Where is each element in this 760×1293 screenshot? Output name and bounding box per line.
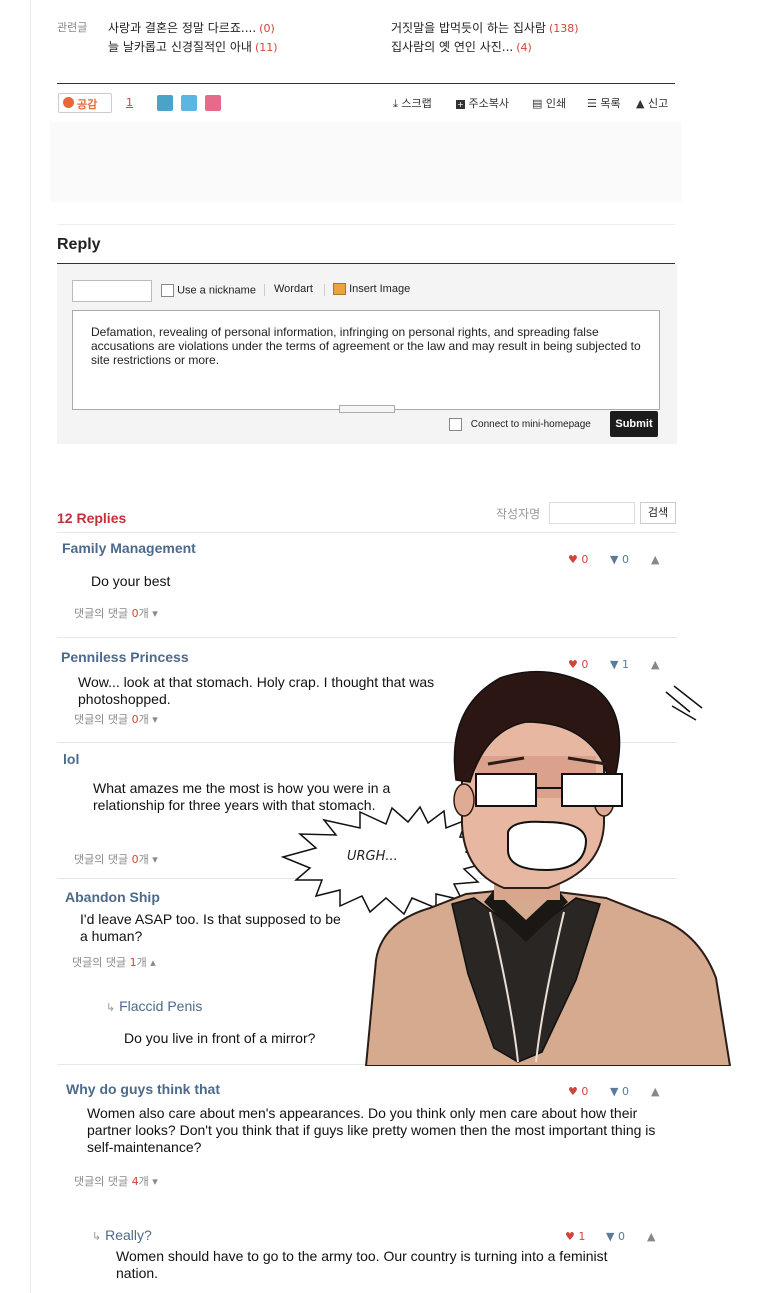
- sfx-text: URGH...: [347, 849, 398, 864]
- thumbs-down-icon: ▼: [610, 553, 619, 566]
- reply-author[interactable]: ↳ Flaccid Penis: [106, 998, 202, 1014]
- comment-author[interactable]: Abandon Ship: [65, 889, 160, 905]
- author-search-input[interactable]: [549, 502, 635, 524]
- divider: [57, 637, 677, 638]
- separator: [264, 284, 265, 296]
- sub-replies-toggle[interactable]: 댓글의 댓글 1개 ▴: [72, 954, 156, 970]
- chevron-down-icon: ▾: [152, 1175, 158, 1188]
- search-button[interactable]: 검색: [640, 502, 676, 524]
- empathy-label: 공감: [77, 98, 98, 111]
- download-icon: ⤓: [393, 97, 398, 110]
- nickname-option[interactable]: Use a nickname: [161, 284, 256, 297]
- thumbs-down-icon: ▼: [610, 1085, 619, 1098]
- report-icon: ▲: [636, 97, 645, 110]
- empathy-count[interactable]: 1: [126, 96, 133, 109]
- thumbs-up-icon: ♥: [565, 1230, 575, 1243]
- chevron-down-icon: ▾: [152, 853, 158, 866]
- related-link[interactable]: 거짓말을 밥먹듯이 하는 집사람 (138): [391, 19, 579, 36]
- comment-author[interactable]: lol: [63, 751, 79, 767]
- separator: [324, 284, 325, 296]
- dislike-button[interactable]: ▼ 0: [610, 553, 629, 566]
- printer-icon: ▤: [532, 97, 543, 110]
- insert-image-button[interactable]: Insert Image: [333, 283, 410, 296]
- empathy-button[interactable]: 공감: [58, 93, 112, 113]
- dislike-button[interactable]: ▼ 0: [606, 1230, 625, 1243]
- reply-arrow-icon: ↳: [92, 1231, 102, 1243]
- sub-replies-toggle[interactable]: 댓글의 댓글 0개 ▾: [74, 851, 158, 867]
- name-input[interactable]: [72, 280, 152, 302]
- report-icon[interactable]: ▲: [651, 553, 659, 566]
- textarea-notice: Defamation, revealing of personal inform…: [91, 325, 641, 367]
- like-button[interactable]: ♥ 0: [568, 553, 588, 566]
- reply-title: Reply: [57, 236, 101, 253]
- submit-button[interactable]: Submit: [610, 411, 658, 437]
- comment-text: Do your best: [91, 573, 171, 589]
- related-link[interactable]: 늘 날카롭고 신경질적인 아내 (11): [108, 38, 278, 55]
- like-button[interactable]: ♥ 0: [568, 1085, 588, 1098]
- author-search-label: 작성자명: [496, 507, 541, 521]
- sub-replies-toggle[interactable]: 댓글의 댓글 4개 ▾: [74, 1173, 158, 1189]
- cyworld-share-icon[interactable]: [205, 95, 221, 111]
- nickname-checkbox[interactable]: [161, 284, 174, 297]
- list-icon: ☰: [587, 97, 597, 110]
- ad-area: [50, 122, 682, 202]
- divider: [57, 532, 677, 533]
- image-icon: [333, 283, 346, 296]
- chevron-down-icon: ▾: [152, 713, 158, 726]
- thumbs-down-icon: ▼: [606, 1230, 615, 1243]
- left-border: [30, 0, 31, 1293]
- comment-text: Women also care about men's appearances.…: [87, 1105, 656, 1155]
- heart-icon: [63, 97, 74, 108]
- reply-author[interactable]: ↳ Really?: [92, 1227, 152, 1243]
- report-icon[interactable]: ▲: [651, 1085, 659, 1098]
- report-icon[interactable]: ▲: [647, 1230, 655, 1243]
- connect-option[interactable]: Connect to mini-homepage: [449, 418, 591, 431]
- comment-author[interactable]: Family Management: [62, 540, 196, 556]
- comment-author[interactable]: Penniless Princess: [61, 649, 189, 665]
- resize-handle[interactable]: [339, 405, 395, 413]
- related-link[interactable]: 집사람의 옛 연인 사진... (4): [391, 38, 532, 55]
- related-link[interactable]: 사랑과 결혼은 정말 다르죠.... (0): [108, 19, 275, 36]
- related-label: 관련글: [57, 21, 88, 34]
- chevron-down-icon: ▾: [152, 607, 158, 620]
- me2day-share-icon[interactable]: [157, 95, 173, 111]
- twitter-share-icon[interactable]: [181, 95, 197, 111]
- reply-arrow-icon: ↳: [106, 1002, 116, 1014]
- chevron-up-icon: ▴: [150, 956, 156, 969]
- scrap-button[interactable]: ⤓ 스크랩: [393, 95, 432, 111]
- reply-text: Women should have to go to the army too.…: [116, 1248, 608, 1281]
- sub-replies-toggle[interactable]: 댓글의 댓글 0개 ▾: [74, 605, 158, 621]
- comment-author[interactable]: Why do guys think that: [66, 1081, 220, 1097]
- report-button[interactable]: ▲ 신고: [636, 95, 668, 111]
- thumbs-up-icon: ♥: [568, 553, 578, 566]
- plus-icon: +: [456, 100, 465, 109]
- dislike-button[interactable]: ▼ 0: [610, 1085, 629, 1098]
- like-button[interactable]: ♥ 1: [565, 1230, 585, 1243]
- thumbs-up-icon: ♥: [568, 1085, 578, 1098]
- replies-count: 12 Replies: [57, 510, 127, 526]
- list-button[interactable]: ☰ 목록: [587, 95, 621, 111]
- copy-address-button[interactable]: + 주소복사: [456, 95, 509, 111]
- divider: [57, 83, 675, 84]
- connect-checkbox[interactable]: [449, 418, 462, 431]
- divider: [57, 224, 675, 225]
- comment-textarea[interactable]: Defamation, revealing of personal inform…: [72, 310, 660, 413]
- print-button[interactable]: ▤ 인쇄: [532, 95, 566, 111]
- wordart-button[interactable]: Wordart: [274, 283, 313, 295]
- sub-replies-toggle[interactable]: 댓글의 댓글 0개 ▾: [74, 711, 158, 727]
